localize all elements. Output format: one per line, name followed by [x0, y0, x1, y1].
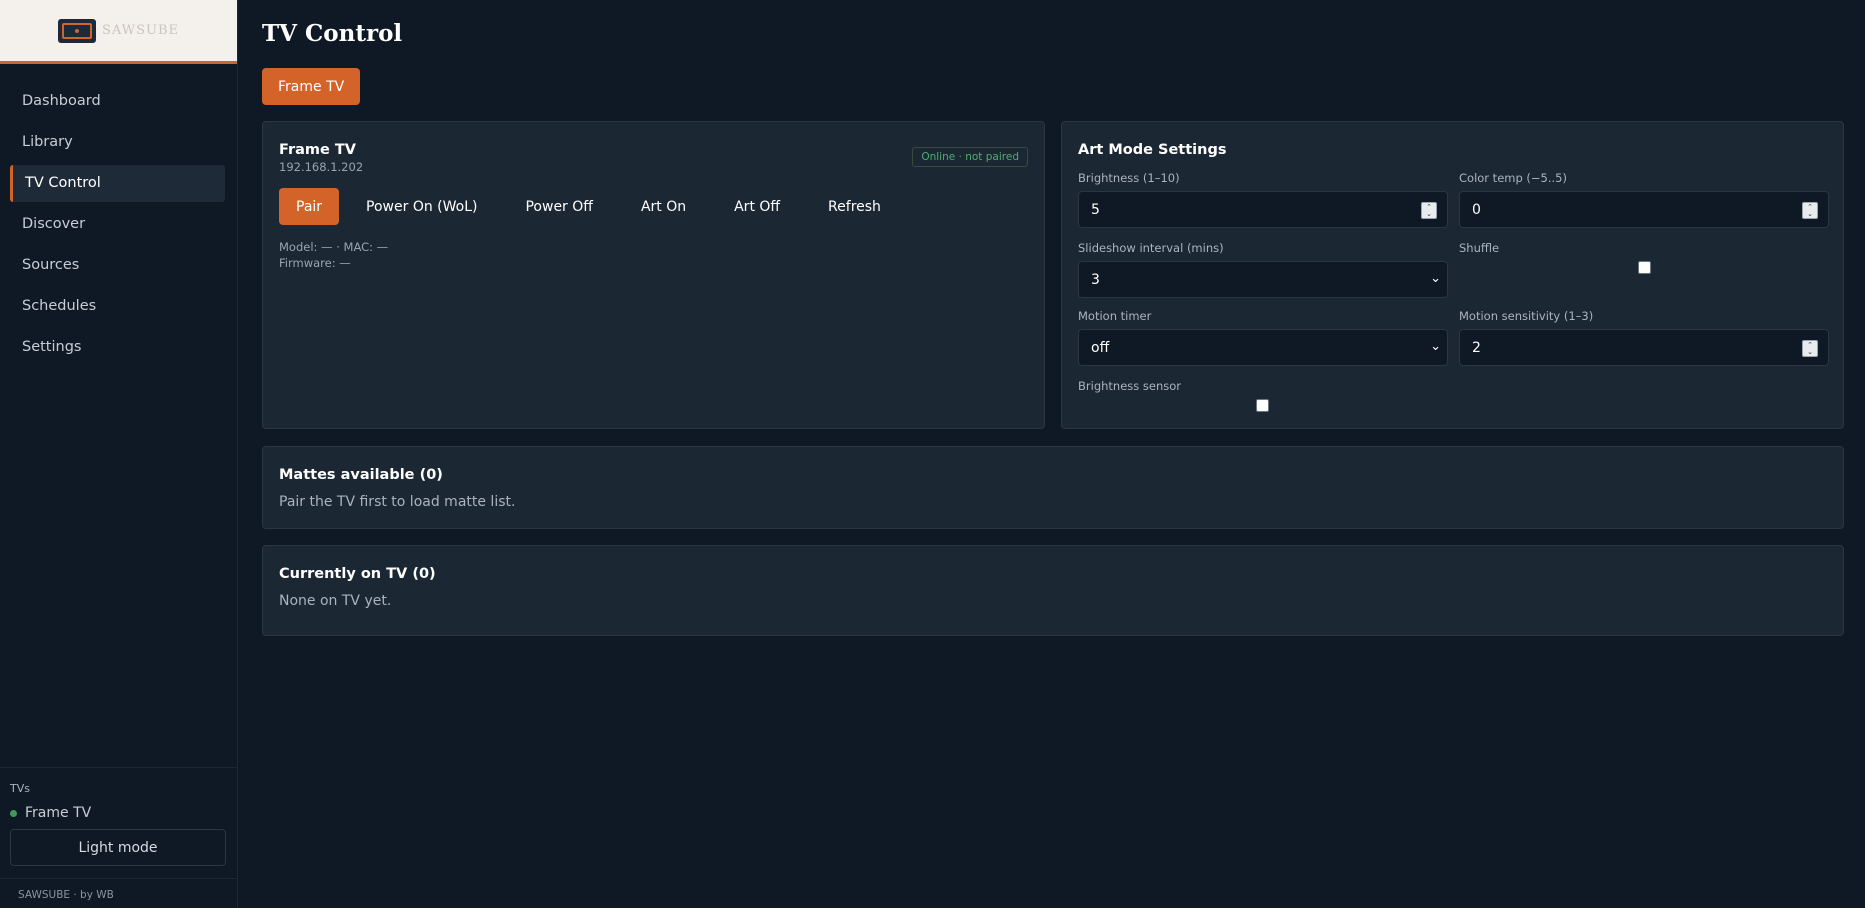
brand-name: SAWSUBE: [101, 23, 180, 38]
power-off-button[interactable]: Power Off: [502, 188, 615, 225]
currently-on-tv-title: Currently on TV (0): [279, 566, 436, 582]
brightness-sensor-label: Brightness sensor: [1078, 379, 1182, 393]
power-on-button[interactable]: Power On (WoL): [343, 188, 500, 225]
motion-timer-label: Motion timer: [1078, 309, 1152, 323]
sidebar-item-sources[interactable]: Sources: [10, 247, 225, 284]
brightness-input[interactable]: 5 ⌃ ⌄: [1078, 191, 1448, 228]
mattes-empty-text: Pair the TV first to load matte list.: [279, 494, 516, 510]
sidebar-item-discover[interactable]: Discover: [10, 206, 225, 243]
motion-timer-select[interactable]: off ⌄: [1078, 329, 1448, 366]
art-on-button[interactable]: Art On: [618, 188, 709, 225]
light-mode-button[interactable]: Light mode: [10, 829, 226, 866]
art-mode-title: Art Mode Settings: [1078, 142, 1227, 158]
sidebar-item-schedules[interactable]: Schedules: [10, 288, 225, 325]
sidebar-item-settings[interactable]: Settings: [10, 329, 225, 366]
color-temp-input[interactable]: 0 ⌃ ⌄: [1459, 191, 1829, 228]
device-meta: Model: — · MAC: — Firmware: —: [279, 239, 388, 271]
tv-list-item-label: Frame TV: [25, 805, 92, 821]
sidebar-item-library[interactable]: Library: [10, 124, 225, 161]
firmware-line: Firmware: —: [279, 256, 351, 270]
slideshow-label: Slideshow interval (mins): [1078, 241, 1224, 255]
brightness-value: 5: [1091, 201, 1100, 218]
mattes-title: Mattes available (0): [279, 467, 443, 483]
sidebar-bottom: TVs Frame TV Light mode SAWSUBE · by WB: [0, 767, 238, 908]
tab-frame-tv[interactable]: Frame TV: [262, 68, 361, 105]
device-name: Frame TV: [279, 142, 357, 158]
brightness-sensor-checkbox[interactable]: [1256, 399, 1269, 412]
art-off-button[interactable]: Art Off: [711, 188, 803, 225]
color-temp-label: Color temp (−5..5): [1459, 171, 1567, 185]
number-stepper-icon[interactable]: ⌃ ⌄: [1802, 340, 1818, 357]
motion-sensitivity-label: Motion sensitivity (1–3): [1459, 309, 1594, 323]
shuffle-checkbox[interactable]: [1638, 261, 1651, 274]
model-mac-line: Model: — · MAC: —: [279, 240, 389, 254]
slideshow-select[interactable]: 3 ⌄: [1078, 261, 1448, 298]
device-card: Frame TV 192.168.1.202 Online · not pair…: [262, 121, 1045, 429]
sidebar-item-dashboard[interactable]: Dashboard: [10, 83, 225, 120]
motion-sensitivity-value: 2: [1472, 339, 1481, 356]
status-badge: Online · not paired: [912, 147, 1028, 167]
brightness-label: Brightness (1–10): [1078, 171, 1180, 185]
page-title: TV Control: [262, 20, 403, 47]
sidebar-nav: Dashboard Library TV Control Discover So…: [0, 64, 237, 366]
currently-on-tv-card: Currently on TV (0) None on TV yet.: [262, 545, 1844, 636]
refresh-button[interactable]: Refresh: [805, 188, 904, 225]
online-dot-icon: [10, 809, 17, 817]
device-actions: Pair Power On (WoL) Power Off Art On Art…: [279, 188, 904, 225]
tv-frame-icon: [57, 18, 96, 43]
sidebar-footer: SAWSUBE · by WB: [0, 878, 238, 908]
motion-timer-value: off: [1091, 339, 1110, 356]
brand-header[interactable]: SAWSUBE: [0, 0, 237, 64]
mattes-card: Mattes available (0) Pair the TV first t…: [262, 446, 1844, 529]
device-ip: 192.168.1.202: [279, 160, 364, 174]
shuffle-label: Shuffle: [1459, 241, 1500, 255]
number-stepper-icon[interactable]: ⌃ ⌄: [1802, 202, 1818, 219]
tvs-section-label: TVs: [10, 782, 30, 795]
motion-sensitivity-input[interactable]: 2 ⌃ ⌄: [1459, 329, 1829, 366]
currently-on-tv-empty-text: None on TV yet.: [279, 593, 392, 609]
sidebar: SAWSUBE Dashboard Library TV Control Dis…: [0, 0, 238, 908]
slideshow-value: 3: [1091, 271, 1100, 288]
tv-list-item[interactable]: Frame TV: [0, 801, 238, 829]
sidebar-item-tv-control[interactable]: TV Control: [10, 165, 225, 202]
chevron-down-icon: ⌄: [1430, 339, 1441, 354]
color-temp-value: 0: [1472, 201, 1481, 218]
art-mode-card: Art Mode Settings Brightness (1–10) 5 ⌃ ⌄…: [1061, 121, 1844, 429]
pair-button[interactable]: Pair: [279, 188, 340, 225]
number-stepper-icon[interactable]: ⌃ ⌄: [1421, 202, 1437, 219]
chevron-down-icon: ⌄: [1430, 271, 1441, 286]
